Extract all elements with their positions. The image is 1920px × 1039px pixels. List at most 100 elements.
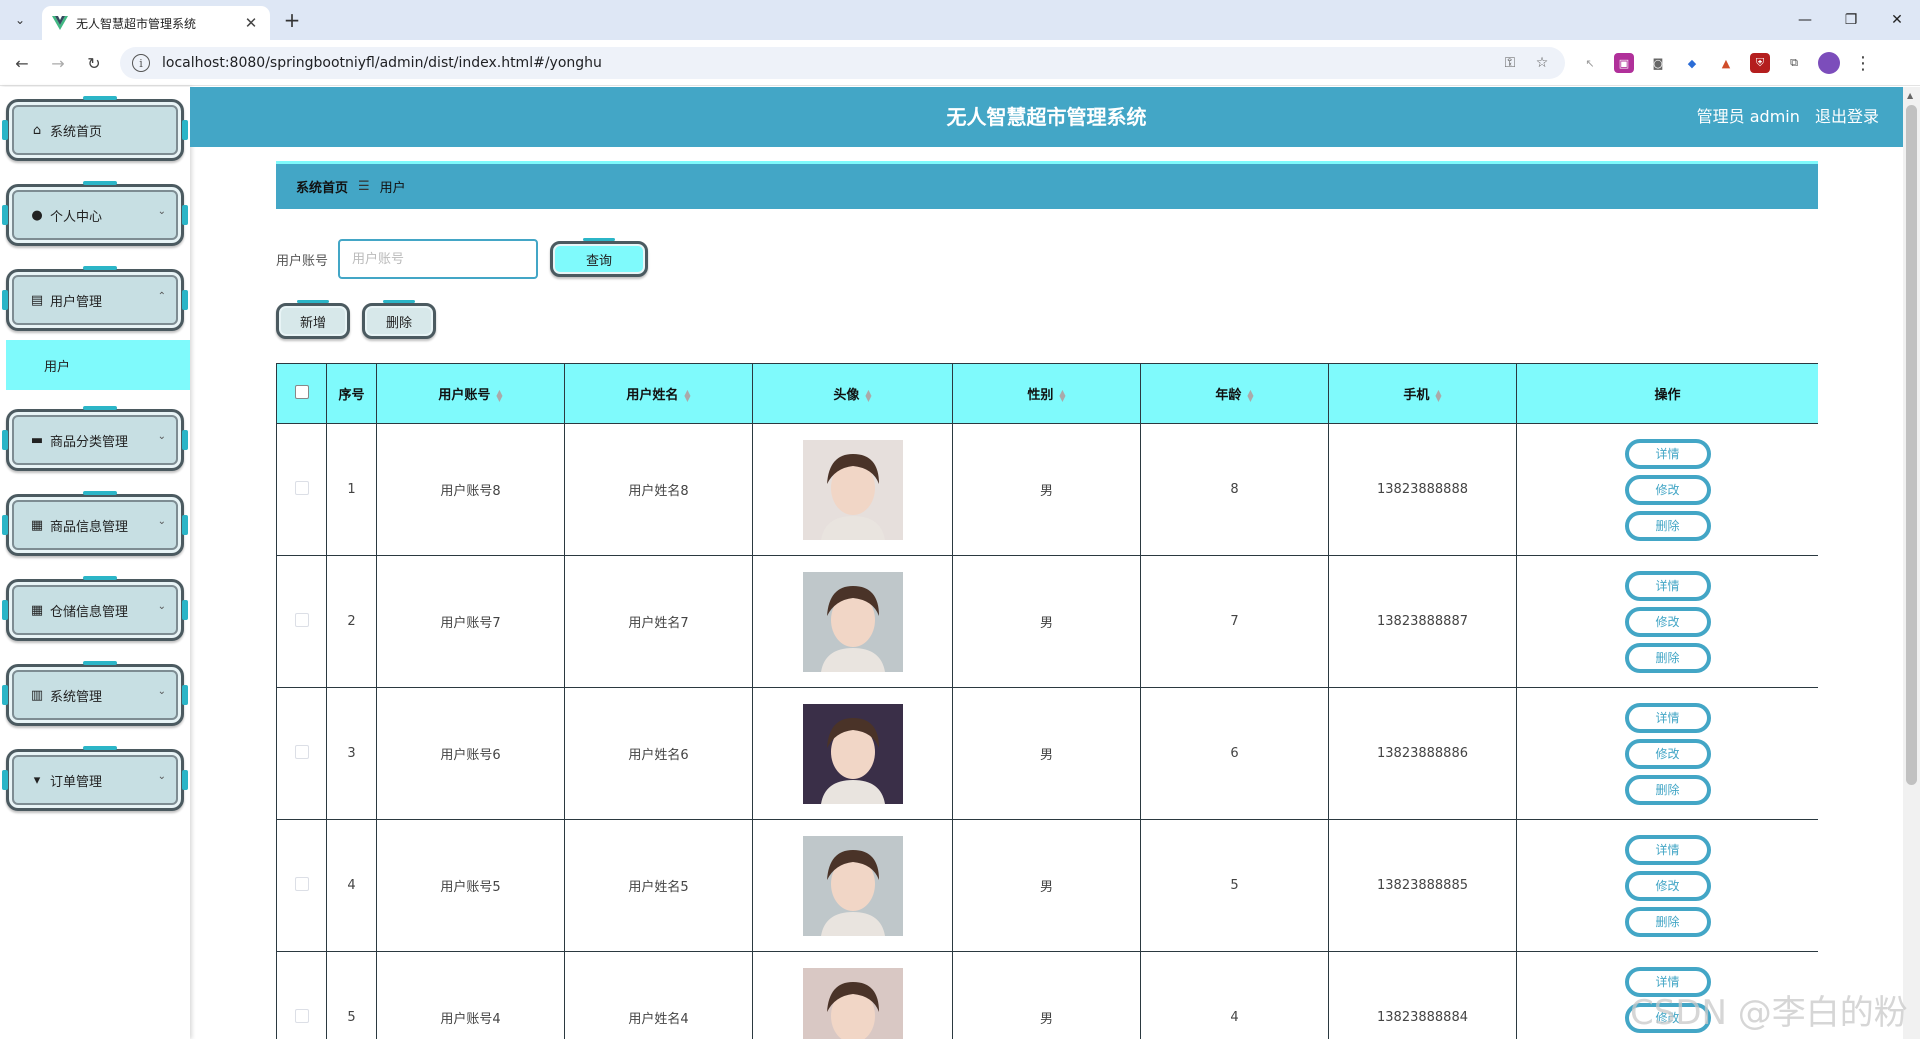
window-close-icon[interactable]: ✕ bbox=[1874, 0, 1920, 40]
tab-close-icon[interactable]: ✕ bbox=[242, 14, 260, 32]
address-bar[interactable]: i localhost:8080/springbootniyfl/admin/d… bbox=[120, 47, 1565, 79]
reload-icon[interactable]: ↻ bbox=[82, 51, 106, 75]
restore-icon[interactable]: ❐ bbox=[1828, 0, 1874, 40]
home-icon: ⌂ bbox=[32, 122, 42, 138]
sort-icon[interactable]: ▲ ▼ bbox=[1247, 388, 1253, 402]
sort-icon[interactable]: ▲ ▼ bbox=[865, 388, 871, 402]
header-gender[interactable]: 性别 ▲ ▼ bbox=[952, 363, 1141, 424]
detail-button[interactable]: 详情 bbox=[1624, 702, 1711, 733]
avatar[interactable] bbox=[802, 703, 903, 804]
query-button[interactable]: 查询 bbox=[550, 238, 649, 277]
header-age[interactable]: 年龄 ▲ ▼ bbox=[1140, 363, 1329, 424]
logout-link[interactable]: 退出登录 bbox=[1815, 107, 1879, 126]
sidebar-item-home[interactable]: ⌂ 系统首页 bbox=[2, 96, 188, 161]
row-account: 用户账号8 bbox=[376, 423, 565, 556]
edit-button[interactable]: 修改 bbox=[1624, 474, 1711, 505]
sidebar-item-user-management[interactable]: ▤ 用户管理 ⌃ bbox=[2, 266, 188, 331]
header-name[interactable]: 用户姓名 ▲ ▼ bbox=[564, 363, 753, 424]
row-delete-button[interactable]: 删除 bbox=[1624, 510, 1711, 541]
row-select-cell[interactable] bbox=[276, 423, 327, 556]
row-age: 4 bbox=[1140, 951, 1329, 1039]
sort-icon[interactable]: ▲ ▼ bbox=[684, 388, 690, 402]
row-select-cell[interactable] bbox=[276, 819, 327, 952]
row-operations: 详情 修改 删除 bbox=[1516, 555, 1818, 688]
avatar[interactable] bbox=[802, 835, 903, 936]
avatar[interactable] bbox=[802, 439, 903, 540]
sidebar-item-order-management[interactable]: ▾ 订单管理 ⌄ bbox=[2, 746, 188, 811]
page-scrollbar[interactable]: ▲ bbox=[1903, 87, 1920, 1039]
select-all-cell[interactable] bbox=[276, 363, 327, 424]
back-arrow-icon[interactable]: ← bbox=[10, 51, 34, 75]
row-checkbox[interactable] bbox=[294, 1008, 309, 1023]
tab-search-chevron-icon[interactable]: ⌄ bbox=[8, 8, 32, 32]
row-avatar-cell bbox=[752, 423, 953, 556]
add-button[interactable]: 新增 bbox=[276, 300, 350, 339]
browser-tab[interactable]: 无人智慧超市管理系统 ✕ bbox=[42, 6, 270, 40]
edit-button[interactable]: 修改 bbox=[1624, 738, 1711, 769]
new-tab-plus-icon[interactable]: + bbox=[280, 8, 304, 32]
forward-arrow-icon[interactable]: → bbox=[46, 51, 70, 75]
shield-extension-icon[interactable]: ⛨ bbox=[1750, 53, 1770, 73]
account-search-input[interactable] bbox=[338, 239, 539, 279]
breadcrumb-home[interactable]: 系统首页 bbox=[296, 177, 348, 196]
sidebar-item-warehouse-management[interactable]: ▦ 仓储信息管理 ⌄ bbox=[2, 576, 188, 641]
sidebar-subitem-users[interactable]: 用户 bbox=[6, 340, 190, 390]
batch-delete-button[interactable]: 删除 bbox=[362, 300, 436, 339]
sidebar-item-product-management[interactable]: ▦ 商品信息管理 ⌄ bbox=[2, 491, 188, 556]
row-index: 3 bbox=[326, 687, 377, 820]
row-delete-button[interactable]: 删除 bbox=[1624, 906, 1711, 937]
row-checkbox[interactable] bbox=[294, 744, 309, 759]
current-user: 管理员 admin bbox=[1696, 107, 1800, 126]
header-operations: 操作 bbox=[1516, 363, 1818, 424]
detail-button[interactable]: 详情 bbox=[1624, 438, 1711, 469]
header-account[interactable]: 用户账号 ▲ ▼ bbox=[376, 363, 565, 424]
row-delete-button[interactable]: 删除 bbox=[1624, 642, 1711, 673]
edit-button[interactable]: 修改 bbox=[1624, 606, 1711, 637]
chevron-down-icon: ⌄ bbox=[157, 771, 166, 782]
row-checkbox[interactable] bbox=[294, 612, 309, 627]
search-bar: 用户账号 查询 bbox=[276, 238, 649, 279]
browser-menu-icon[interactable]: ⋮ bbox=[1854, 53, 1872, 74]
scroll-up-icon[interactable]: ▲ bbox=[1907, 91, 1913, 100]
row-select-cell[interactable] bbox=[276, 687, 327, 820]
sidebar-item-category-management[interactable]: ▬ 商品分类管理 ⌄ bbox=[2, 406, 188, 471]
chevron-down-icon: ⌄ bbox=[157, 206, 166, 217]
row-select-cell[interactable] bbox=[276, 555, 327, 688]
puzzle-extensions-icon[interactable]: ⧉ bbox=[1784, 53, 1804, 73]
app-header: 无人智慧超市管理系统 管理员 admin 退出登录 bbox=[190, 87, 1903, 147]
avatar[interactable] bbox=[802, 571, 903, 672]
tree-extension-icon[interactable]: ▲ bbox=[1716, 53, 1736, 73]
row-checkbox[interactable] bbox=[294, 876, 309, 891]
avatar[interactable] bbox=[802, 967, 903, 1039]
row-checkbox[interactable] bbox=[294, 480, 309, 495]
row-select-cell[interactable] bbox=[276, 951, 327, 1039]
row-account: 用户账号4 bbox=[376, 951, 565, 1039]
scroll-thumb[interactable] bbox=[1906, 105, 1917, 785]
layers-extension-icon[interactable]: ◆ bbox=[1682, 53, 1702, 73]
sort-icon[interactable]: ▲ ▼ bbox=[1059, 388, 1065, 402]
purple-extension-icon[interactable]: ▣ bbox=[1614, 53, 1634, 73]
sort-icon[interactable]: ▲ ▼ bbox=[496, 388, 502, 402]
sort-icon[interactable]: ▲ ▼ bbox=[1435, 388, 1441, 402]
header-avatar[interactable]: 头像 ▲ ▼ bbox=[752, 363, 953, 424]
sidebar-item-system-management[interactable]: ▥ 系统管理 ⌄ bbox=[2, 661, 188, 726]
password-key-icon[interactable]: ⚿ bbox=[1499, 55, 1521, 71]
row-avatar-cell bbox=[752, 555, 953, 688]
mask-extension-icon[interactable]: ◙ bbox=[1648, 53, 1668, 73]
sidebar-item-profile[interactable]: ● 个人中心 ⌄ bbox=[2, 181, 188, 246]
edit-button[interactable]: 修改 bbox=[1624, 870, 1711, 901]
cursor-extension-icon[interactable]: ↖ bbox=[1580, 53, 1600, 73]
bookmark-star-icon[interactable]: ☆ bbox=[1531, 55, 1553, 71]
url-text: localhost:8080/springbootniyfl/admin/dis… bbox=[162, 55, 602, 71]
minimize-icon[interactable]: — bbox=[1782, 0, 1828, 40]
row-delete-button[interactable]: 删除 bbox=[1624, 774, 1711, 805]
site-info-icon[interactable]: i bbox=[132, 54, 150, 72]
select-all-checkbox[interactable] bbox=[294, 384, 309, 399]
detail-button[interactable]: 详情 bbox=[1624, 570, 1711, 601]
detail-button[interactable]: 详情 bbox=[1624, 834, 1711, 865]
profile-avatar-icon[interactable] bbox=[1818, 52, 1840, 74]
avatar-photo-icon bbox=[802, 571, 903, 672]
header-phone[interactable]: 手机 ▲ ▼ bbox=[1328, 363, 1517, 424]
table-row: 4 用户账号5 用户姓名5 男 5 13823888885 详情 修改 删除 bbox=[276, 819, 1818, 952]
avatar-photo-icon bbox=[802, 967, 903, 1039]
